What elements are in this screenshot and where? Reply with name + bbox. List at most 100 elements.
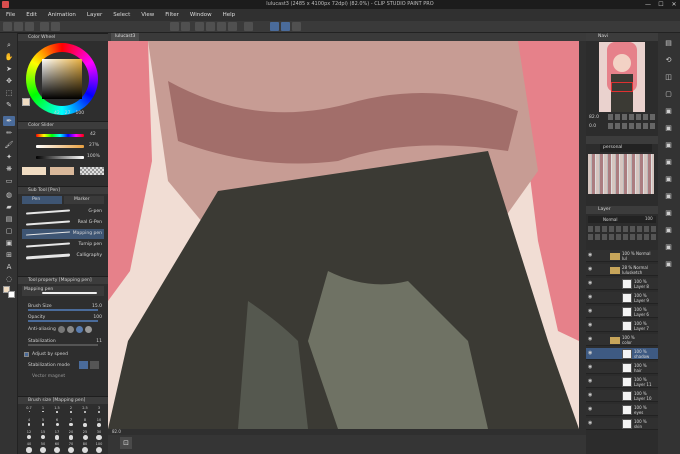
menu-edit[interactable]: Edit: [26, 12, 37, 18]
adjust-by-speed-checkbox[interactable]: [24, 352, 29, 357]
brush-item-turnip-pen[interactable]: Turnip pen: [22, 240, 104, 250]
move-layer-tool-icon[interactable]: ✥: [3, 76, 15, 86]
layer-row[interactable]: ◉ 100 % eyes: [586, 404, 658, 416]
layer-property-icon[interactable]: ▤: [663, 38, 674, 48]
saturation-value-square[interactable]: [42, 59, 82, 99]
brush-item-mapping-pen[interactable]: Mapping pen: [22, 229, 104, 239]
tab-pen[interactable]: Pen: [22, 196, 62, 204]
aa-weak-button[interactable]: [67, 326, 74, 333]
stabilization-mode-a-button[interactable]: [79, 361, 88, 369]
brush-size-preset[interactable]: 20: [64, 430, 78, 442]
eye-icon[interactable]: ◉: [588, 406, 592, 412]
history-icon[interactable]: ⟲: [663, 55, 674, 65]
eye-icon[interactable]: ◉: [588, 322, 592, 328]
show-selection-icon[interactable]: [244, 22, 253, 31]
aa-none-button[interactable]: [58, 326, 65, 333]
eye-icon[interactable]: ◉: [588, 420, 592, 426]
frame-tool-icon[interactable]: ▣: [3, 238, 15, 248]
brush-size-preset[interactable]: 100: [92, 442, 106, 454]
brush-size-preset[interactable]: 2.5: [78, 406, 92, 418]
navigator-zoom[interactable]: 82.0: [589, 115, 599, 120]
swatch-set-select[interactable]: personal: [600, 144, 652, 152]
prop-vector-magnet[interactable]: Vector magnet: [22, 372, 104, 381]
brush-size-preset[interactable]: 80: [78, 442, 92, 454]
pencil-tool-icon[interactable]: ✏: [3, 128, 15, 138]
invert-selection-icon[interactable]: [228, 22, 237, 31]
color-history-swatch-1[interactable]: [22, 167, 46, 175]
menu-file[interactable]: File: [6, 12, 15, 18]
layer-row[interactable]: ◉ 100 % Layer 8: [586, 278, 658, 290]
figure-tool-icon[interactable]: ▢: [3, 226, 15, 236]
layer-folder[interactable]: ◉ 28 % Normal lulusketch: [586, 264, 658, 276]
brush-size-preset[interactable]: 4: [22, 418, 36, 430]
brush-size-preset[interactable]: 12: [22, 430, 36, 442]
brush-size-preset[interactable]: 2: [64, 406, 78, 418]
airbrush-tool-icon[interactable]: ✦: [3, 152, 15, 162]
eraser-tool-icon[interactable]: ▭: [3, 176, 15, 186]
eyedropper-tool-icon[interactable]: ✎: [3, 100, 15, 110]
stabilization-mode-b-button[interactable]: [90, 361, 99, 369]
prop-stabilization-mode[interactable]: Stabilization mode: [22, 361, 104, 370]
eye-icon[interactable]: ◉: [588, 336, 592, 342]
layer-row[interactable]: ◉ 100 % hair: [586, 362, 658, 374]
brush-size-preset[interactable]: 7: [64, 418, 78, 430]
navigator-rotate-buttons[interactable]: [608, 123, 656, 129]
snap-special-ruler-icon[interactable]: [281, 22, 290, 31]
redo-icon[interactable]: [51, 22, 60, 31]
eye-icon[interactable]: ◉: [588, 252, 592, 258]
eye-icon[interactable]: ◉: [588, 280, 592, 286]
brush-size-preset[interactable]: 60: [50, 442, 64, 454]
prop-adjust-by-speed[interactable]: Adjust by speed: [22, 350, 104, 359]
material-10-icon[interactable]: ▣: [663, 259, 674, 269]
vertical-scrollbar[interactable]: [579, 41, 586, 429]
material-2-icon[interactable]: ▣: [663, 123, 674, 133]
undo-icon[interactable]: [40, 22, 49, 31]
material-6-icon[interactable]: ▣: [663, 191, 674, 201]
operation-tool-icon[interactable]: ➤: [3, 64, 15, 74]
brush-size-preset[interactable]: 10: [92, 418, 106, 430]
ruler-tool-icon[interactable]: ⊞: [3, 250, 15, 260]
swatch-grid[interactable]: [588, 154, 654, 194]
layer-row[interactable]: ◉ 100 % skin: [586, 418, 658, 430]
brush-item-calligraphy[interactable]: Calligraphy: [22, 251, 104, 261]
hue-slider[interactable]: [36, 134, 84, 137]
balloon-tool-icon[interactable]: ◌: [3, 274, 15, 284]
pen-tool-icon[interactable]: ✒: [3, 116, 15, 126]
layer-row[interactable]: ◉ 100 % Layer 7: [586, 320, 658, 332]
color-history-swatch-2[interactable]: [50, 167, 74, 175]
eye-icon[interactable]: ◉: [588, 308, 592, 314]
eye-icon[interactable]: ◉: [588, 294, 592, 300]
selection-tool-icon[interactable]: ⬚: [3, 88, 15, 98]
brush-size-preset[interactable]: 6: [50, 418, 64, 430]
transform-icon[interactable]: [206, 22, 215, 31]
menu-view[interactable]: View: [141, 12, 154, 18]
prop-stabilization[interactable]: Stabilization 11: [22, 337, 104, 346]
save-icon[interactable]: [25, 22, 34, 31]
menu-animation[interactable]: Animation: [48, 12, 76, 18]
layer-row[interactable]: ◉ 100 % shadow: [586, 348, 658, 360]
navigator-preview[interactable]: [599, 42, 645, 112]
opacity-bar[interactable]: [28, 320, 98, 322]
canvas-tab[interactable]: lulucast3: [111, 33, 140, 41]
clear-icon[interactable]: [170, 22, 179, 31]
sub-view-icon[interactable]: ▢: [663, 89, 674, 99]
layer-row[interactable]: ◉ 100 % Layer 10: [586, 390, 658, 402]
brush-item-real-g-pen[interactable]: Real G-Pen: [22, 218, 104, 228]
menu-select[interactable]: Select: [113, 12, 130, 18]
tab-marker[interactable]: Marker: [64, 196, 104, 204]
brightness-slider[interactable]: [36, 156, 84, 159]
layer-row[interactable]: ◉ 100 % Layer 9: [586, 292, 658, 304]
snap-icon[interactable]: [195, 22, 204, 31]
menu-help[interactable]: Help: [223, 12, 236, 18]
maximize-button[interactable]: ☐: [655, 0, 667, 9]
material-3-icon[interactable]: ▣: [663, 140, 674, 150]
blend-tool-icon[interactable]: ◍: [3, 190, 15, 200]
eye-icon[interactable]: ◉: [588, 364, 592, 370]
navigator-rotation[interactable]: 0.0: [589, 124, 596, 129]
new-file-icon[interactable]: [3, 22, 12, 31]
frame-view-icon[interactable]: ⊡: [120, 437, 132, 449]
layer-folder[interactable]: ◉ 100 % color: [586, 334, 658, 346]
brush-size-preset[interactable]: 15: [36, 430, 50, 442]
brush-item-g-pen[interactable]: G-pen: [22, 207, 104, 217]
snap-grid-icon[interactable]: [292, 22, 301, 31]
